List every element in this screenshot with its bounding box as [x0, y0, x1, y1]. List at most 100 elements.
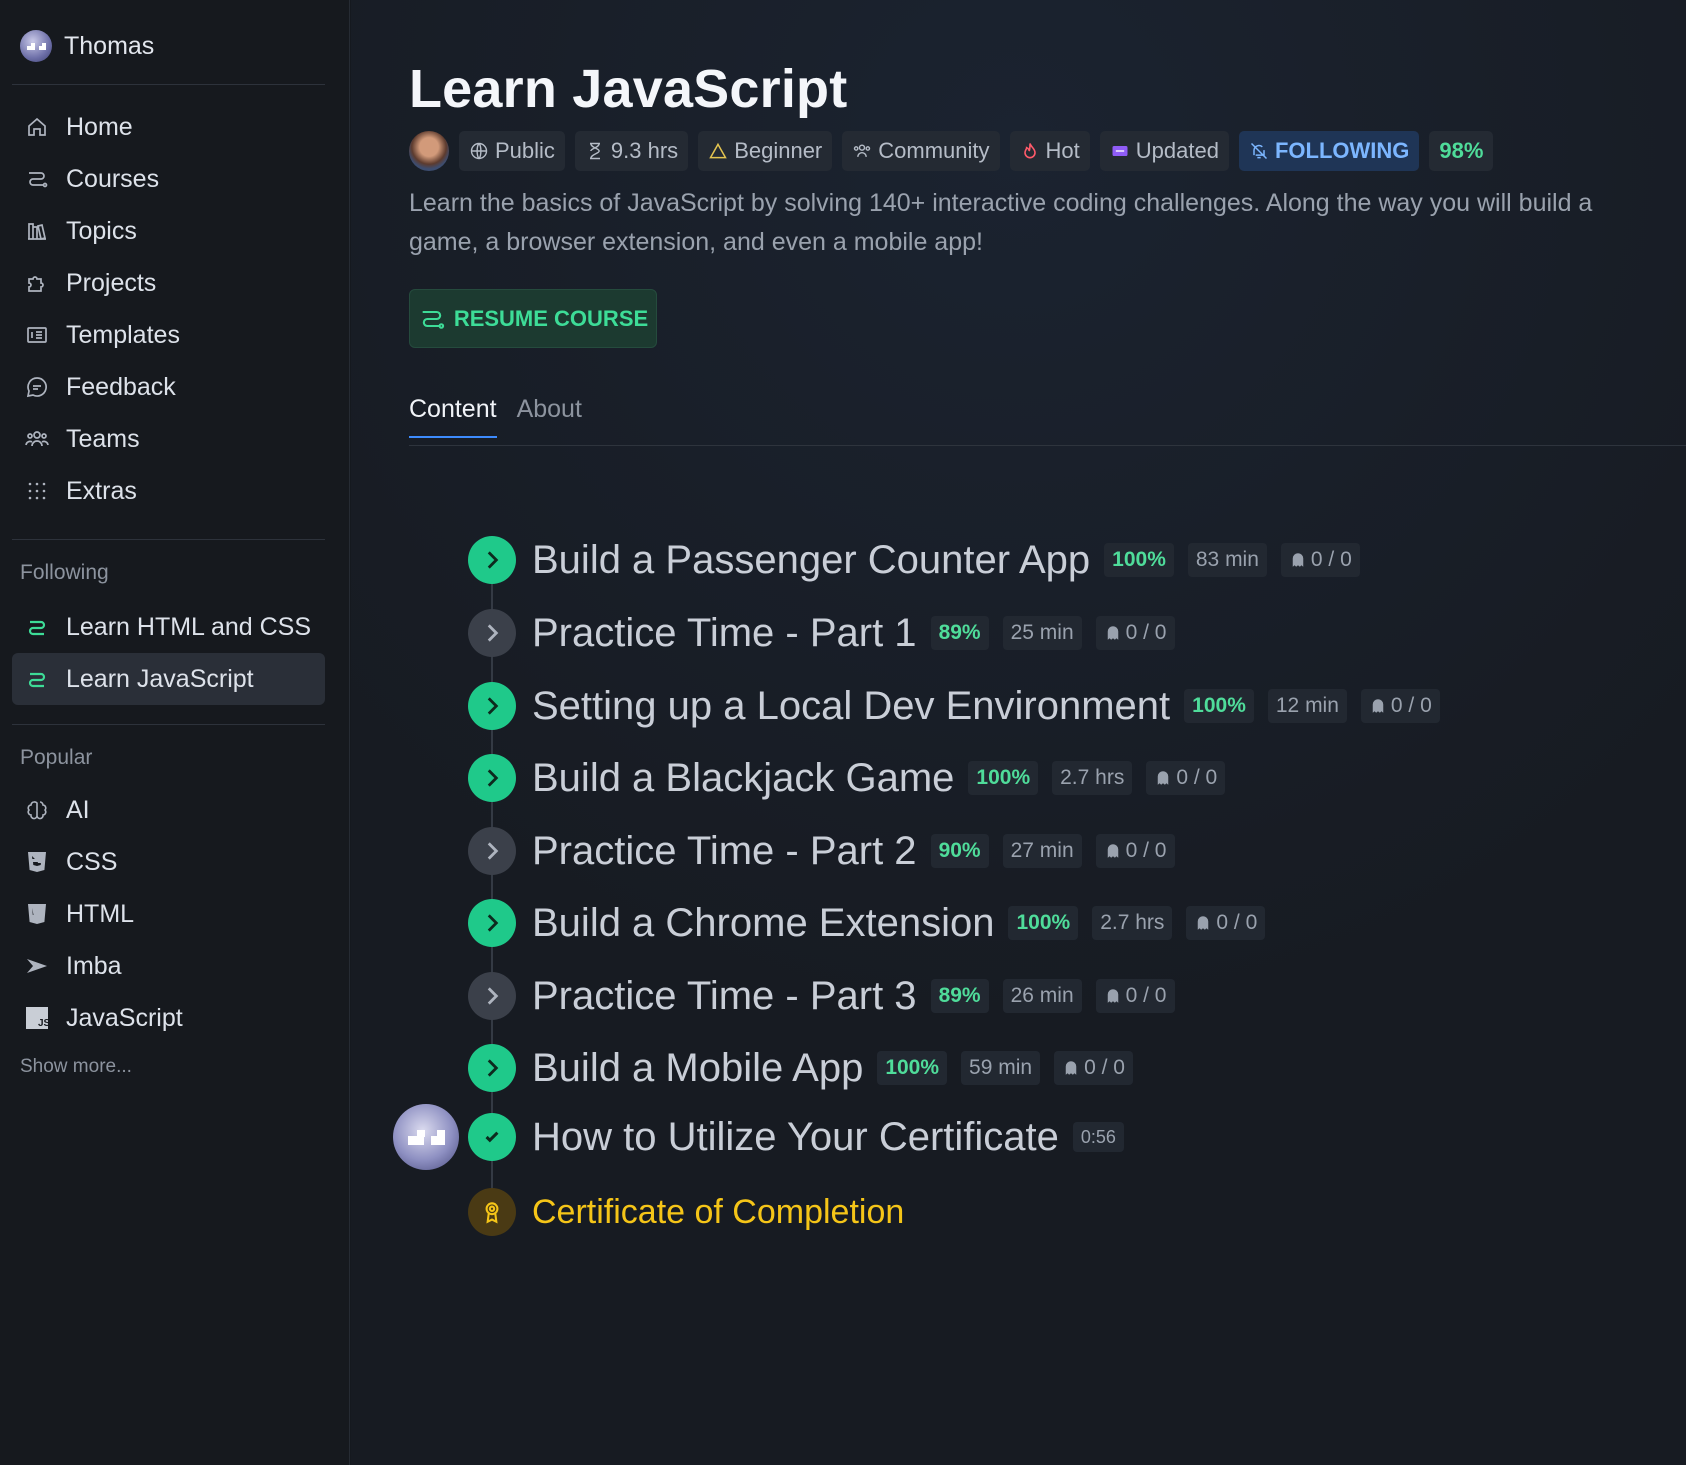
lesson-duration: 2.7 hrs	[1092, 906, 1173, 940]
svg-text:JS: JS	[38, 1018, 49, 1029]
course-path-icon	[24, 666, 50, 692]
flame-icon	[1023, 143, 1036, 159]
user-avatar	[20, 30, 52, 62]
popular-item-javascript[interactable]: JS JavaScript	[12, 992, 325, 1044]
course-progress-chip: 98%	[1429, 131, 1494, 171]
nav-item-feedback[interactable]: Feedback	[12, 361, 325, 413]
updated-icon	[1112, 146, 1128, 156]
js-icon: JS	[24, 1005, 50, 1031]
chevron-right-icon	[487, 551, 499, 569]
lesson-item[interactable]: Practice Time - Part 1 89% 25 min 0 / 0	[468, 609, 1175, 657]
resume-course-button[interactable]: RESUME COURSE	[409, 289, 657, 348]
nav-item-home[interactable]: Home	[12, 101, 325, 153]
chevron-right-icon	[487, 1059, 499, 1077]
lesson-title: Build a Blackjack Game	[532, 755, 955, 800]
popular-item-html[interactable]: HTML	[12, 888, 325, 940]
lesson-item[interactable]: Setting up a Local Dev Environment 100% …	[468, 682, 1440, 730]
certificate-title: Certificate of Completion	[532, 1192, 905, 1231]
chevron-right-icon	[487, 624, 499, 642]
chevron-right-icon	[487, 697, 499, 715]
chevron-right-icon	[487, 842, 499, 860]
nav-item-topics[interactable]: Topics	[12, 205, 325, 257]
nav-item-templates[interactable]: Templates	[12, 309, 325, 361]
lesson-item[interactable]: Build a Blackjack Game 100% 2.7 hrs 0 / …	[468, 754, 1226, 802]
lesson-progress: 89%	[930, 616, 989, 650]
lesson-item[interactable]: How to Utilize Your Certificate 0:56	[468, 1113, 1124, 1161]
nav-item-teams[interactable]: Teams	[12, 413, 325, 465]
level-label: Beginner	[734, 138, 823, 163]
course-description: Learn the basics of JavaScript by solvin…	[409, 189, 1593, 256]
popular-item-imba[interactable]: Imba	[12, 940, 325, 992]
lesson-duration: 59 min	[961, 1051, 1041, 1085]
lesson-item[interactable]: Practice Time - Part 2 90% 27 min 0 / 0	[468, 827, 1175, 875]
lesson-progress: 89%	[930, 979, 989, 1013]
popular-item-css[interactable]: CSS	[12, 836, 325, 888]
certificate-item[interactable]: Certificate of Completion	[468, 1188, 904, 1236]
chevron-right-icon	[487, 914, 499, 932]
following-nav: Learn HTML and CSS Learn JavaScript	[12, 601, 325, 705]
lesson-challenges: 0 / 0	[1146, 761, 1226, 795]
nav-item-extras[interactable]: Extras	[12, 465, 325, 517]
challenges-count: 0 / 0	[1084, 1056, 1125, 1079]
popular-item-ai[interactable]: AI	[12, 784, 325, 836]
lesson-item[interactable]: Build a Chrome Extension 100% 2.7 hrs 0 …	[468, 899, 1266, 947]
following-item-label: Learn JavaScript	[66, 664, 254, 693]
main-nav: Home Courses Topics Projects Templates F…	[12, 101, 325, 517]
lesson-item[interactable]: Build a Mobile App 100% 59 min 0 / 0	[468, 1044, 1133, 1092]
lesson-status-icon	[468, 899, 516, 947]
page-title: Learn JavaScript	[409, 59, 848, 119]
following-item-learn-javascript[interactable]: Learn JavaScript	[12, 653, 325, 705]
hot-label: Hot	[1045, 138, 1080, 163]
visibility-label: Public	[495, 138, 555, 163]
nav-item-courses[interactable]: Courses	[12, 153, 325, 205]
divider	[12, 724, 325, 725]
following-item-learn-html-css[interactable]: Learn HTML and CSS	[12, 601, 325, 653]
popular-item-label: AI	[66, 795, 90, 824]
user-menu[interactable]: Thomas	[20, 28, 154, 64]
author-avatar[interactable]	[409, 131, 449, 171]
lesson-challenges: 0 / 0	[1280, 543, 1360, 577]
ghost-icon	[1292, 553, 1304, 567]
imba-icon	[24, 953, 50, 979]
lesson-status-icon	[468, 827, 516, 875]
challenges-count: 0 / 0	[1176, 766, 1218, 789]
lesson-progress: 90%	[930, 834, 989, 868]
challenges-count: 0 / 0	[1310, 548, 1352, 571]
duration-chip: 9.3 hrs	[574, 131, 689, 171]
duration-label: 9.3 hrs	[610, 138, 679, 163]
show-more-link[interactable]: Show more...	[20, 1056, 132, 1078]
lesson-title: Practice Time - Part 1	[532, 610, 917, 655]
ghost-icon	[1158, 771, 1169, 785]
lesson-item[interactable]: Build a Passenger Counter App 100% 83 mi…	[468, 536, 1360, 584]
hot-chip: Hot	[1009, 131, 1090, 171]
lesson-status-icon	[468, 1044, 516, 1092]
community-label: Community	[878, 138, 990, 163]
scrim-avatar[interactable]	[393, 1104, 459, 1170]
lesson-status-icon	[468, 609, 516, 657]
check-icon	[485, 1131, 499, 1143]
course-path-icon	[24, 614, 50, 640]
challenges-count: 0 / 0	[1216, 911, 1258, 934]
css3-icon	[24, 849, 50, 875]
updated-label: Updated	[1135, 138, 1219, 163]
visibility-chip: Public	[459, 131, 565, 171]
tab-content[interactable]: Content	[409, 395, 497, 438]
lesson-progress: 100%	[877, 1051, 948, 1085]
nav-item-projects[interactable]: Projects	[12, 257, 325, 309]
following-label: FOLLOWING	[1274, 138, 1410, 163]
route-icon	[24, 166, 50, 192]
ghost-icon	[1065, 1061, 1077, 1075]
nav-label: Templates	[66, 320, 180, 349]
brain-icon	[24, 797, 50, 823]
tab-about[interactable]: About	[517, 395, 582, 438]
divider	[12, 84, 325, 85]
lesson-item[interactable]: Practice Time - Part 3 89% 26 min 0 / 0	[468, 972, 1175, 1020]
lesson-title: How to Utilize Your Certificate	[532, 1114, 1059, 1159]
lesson-challenges: 0 / 0	[1095, 979, 1175, 1013]
nav-label: Projects	[66, 268, 157, 297]
award-icon	[485, 1202, 499, 1224]
following-toggle[interactable]: FOLLOWING	[1238, 131, 1420, 171]
level-chip: Beginner	[698, 131, 833, 171]
nav-label: Feedback	[66, 372, 176, 401]
popular-item-label: CSS	[66, 847, 118, 876]
